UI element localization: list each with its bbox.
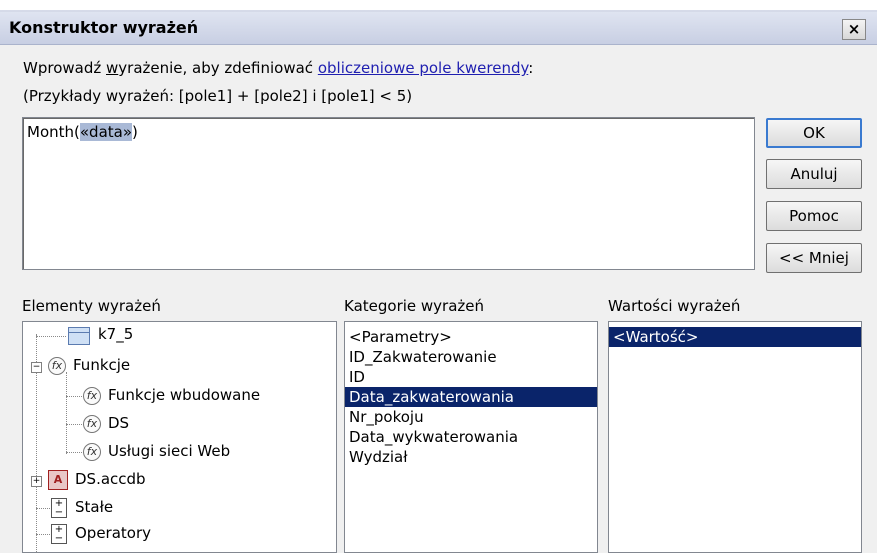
expression-suffix: ) — [132, 123, 138, 141]
operators-icon: + − — [51, 524, 67, 544]
window-title: Konstruktor wyrażeń — [9, 18, 199, 37]
close-button[interactable]: × — [842, 19, 866, 40]
expression-textarea[interactable]: Month(«data») — [22, 117, 755, 270]
instruction-line-2: (Przykłady wyrażeń: [pole1] + [pole2] i … — [23, 87, 413, 105]
calculated-field-link[interactable]: obliczeniowe pole kwerendy — [318, 59, 528, 77]
tree-line — [66, 452, 84, 453]
tree-item-label: Funkcje wbudowane — [108, 386, 261, 404]
elements-tree[interactable]: k7_5 − fx Funkcje fx Funkcje wbudowane f… — [22, 321, 337, 553]
tree-item-label: DS.accdb — [75, 470, 146, 488]
elements-label: Elementy wyrażeń — [22, 297, 161, 315]
tree-item-label: k7_5 — [98, 325, 134, 343]
tree-line — [66, 372, 67, 454]
expression-text[interactable]: Month(«data») — [27, 123, 138, 141]
list-item[interactable]: Wydział — [349, 447, 407, 467]
instruction-suffix: : — [528, 59, 534, 77]
collapse-icon[interactable]: − — [31, 362, 42, 373]
help-button[interactable]: Pomoc — [766, 201, 862, 231]
cancel-button[interactable]: Anuluj — [766, 159, 862, 189]
tree-line — [66, 424, 84, 425]
tree-line — [36, 336, 66, 337]
values-label: Wartości wyrażeń — [608, 297, 741, 315]
access-db-icon: A — [48, 470, 68, 490]
ok-button[interactable]: OK — [766, 118, 862, 148]
function-icon: fx — [83, 387, 101, 405]
function-icon: fx — [83, 415, 101, 433]
list-item[interactable]: Data_wykwaterowania — [349, 427, 518, 447]
list-item[interactable]: Nr_pokoju — [349, 407, 424, 427]
categories-list[interactable]: <Parametry> ID_Zakwaterowanie ID Data_za… — [344, 321, 598, 553]
less-button[interactable]: << Mniej — [766, 243, 862, 273]
instruction-line-1: Wprowadź wyrażenie, aby zdefiniować obli… — [23, 59, 533, 77]
tree-item-label: Usługi sieci Web — [108, 442, 231, 460]
tree-item-label: DS — [108, 414, 130, 432]
values-list[interactable]: <Wartość> — [608, 321, 862, 553]
function-icon: fx — [48, 357, 66, 375]
expression-placeholder-selected[interactable]: «data» — [79, 123, 133, 141]
tree-line — [66, 396, 84, 397]
tree-item-label: Stałe — [75, 498, 114, 516]
table-icon — [68, 327, 90, 345]
instruction-prefix: Wprowadź — [23, 59, 106, 77]
categories-label: Kategorie wyrażeń — [344, 297, 485, 315]
instruction-accelerator: w — [106, 59, 119, 77]
list-item-selected[interactable]: <Wartość> — [609, 327, 861, 347]
expand-icon[interactable]: + — [31, 476, 42, 487]
tree-item-label: Operatory — [75, 524, 152, 542]
function-icon: fx — [83, 443, 101, 461]
constants-icon: + − — [51, 498, 67, 518]
expression-prefix: Month( — [27, 123, 80, 141]
list-item[interactable]: ID_Zakwaterowanie — [349, 347, 497, 367]
instruction-mid: yrażenie, aby zdefiniować — [118, 59, 318, 77]
list-item[interactable]: ID — [349, 367, 365, 387]
list-item-selected[interactable]: Data_zakwaterowania — [345, 387, 597, 407]
list-item[interactable]: <Parametry> — [349, 327, 452, 347]
tree-item-label: Funkcje — [73, 356, 131, 374]
